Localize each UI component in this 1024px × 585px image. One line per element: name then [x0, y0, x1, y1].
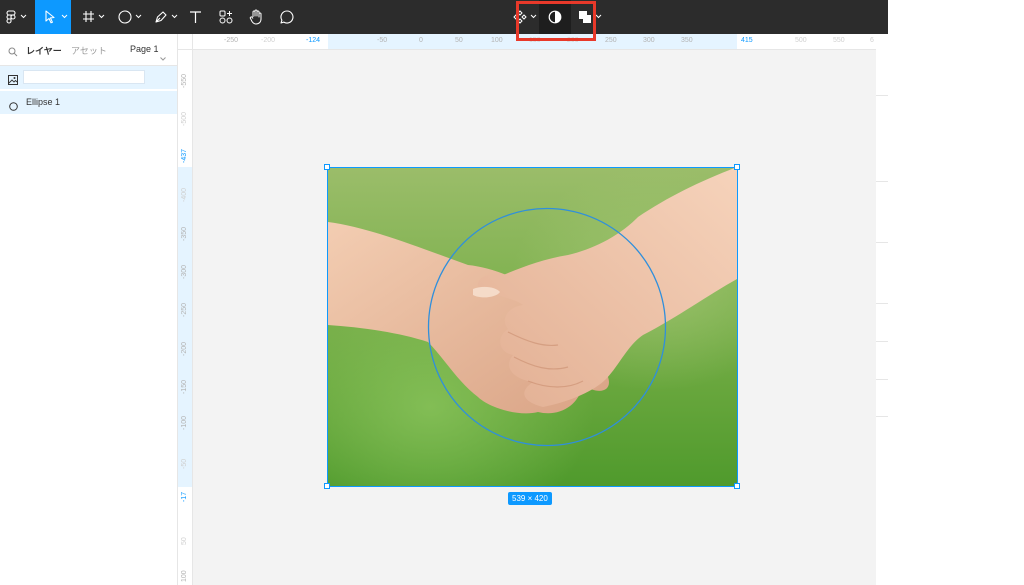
ruler-tick-label: 100	[491, 37, 503, 44]
ruler-tick-label: -250	[224, 37, 239, 44]
chevron-down-icon	[61, 14, 68, 19]
page-selector[interactable]: Page 1	[130, 44, 159, 54]
tab-assets[interactable]: アセット	[71, 44, 107, 57]
ellipse-layer-icon	[9, 98, 18, 116]
ruler-tick-label: 550	[833, 37, 845, 44]
resources-icon	[219, 10, 233, 24]
ruler-tick-label: -300	[181, 264, 188, 279]
ruler-tick-label: -200	[181, 341, 188, 356]
dimension-badge: 539 × 420	[508, 492, 552, 505]
move-tool-button[interactable]	[35, 0, 71, 34]
layer-row-ellipse[interactable]: Ellipse 1	[0, 91, 177, 114]
comment-icon	[280, 10, 294, 24]
ruler-tick-label: -50	[181, 458, 188, 469]
divider	[876, 379, 888, 380]
frame-tool-button[interactable]	[76, 0, 108, 34]
chevron-down-icon[interactable]	[160, 48, 166, 66]
cursor-arrow-icon	[45, 10, 56, 24]
chevron-down-icon	[595, 14, 602, 19]
chevron-down-icon	[135, 14, 142, 19]
divider	[876, 181, 888, 182]
shape-tool-button[interactable]	[113, 0, 145, 34]
hand-icon	[249, 9, 263, 25]
ruler-tick-label: -350	[181, 226, 188, 241]
panel-tabs: レイヤー アセット Page 1	[0, 34, 178, 66]
top-toolbar	[0, 0, 888, 34]
ruler-tick-label: 350	[681, 37, 693, 44]
text-tool-button[interactable]	[184, 0, 208, 34]
ruler-tick-label: -500	[181, 111, 188, 126]
layer-row-image[interactable]	[0, 66, 177, 89]
ruler-tick-label: 50	[181, 537, 188, 545]
resize-handle-bottom-left[interactable]	[324, 483, 330, 489]
ruler-selection-highlight	[178, 167, 192, 487]
pen-tool-button[interactable]	[149, 0, 181, 34]
image-layer-icon	[8, 72, 18, 90]
divider	[876, 303, 888, 304]
pen-icon	[154, 10, 168, 24]
ruler-tick-label: -100	[181, 415, 188, 430]
figma-app: レイヤー アセット Page 1 Ellipse 1 -250 -200 -12…	[0, 0, 888, 585]
layers-panel: レイヤー アセット Page 1 Ellipse 1	[0, 34, 178, 585]
circle-shape-icon	[118, 10, 132, 24]
ruler-tick-label: -400	[181, 187, 188, 202]
layer-name-field[interactable]	[23, 70, 145, 84]
divider	[876, 416, 888, 417]
ruler-tick-label: 250	[605, 37, 617, 44]
layer-label: Ellipse 1	[26, 97, 61, 107]
ruler-tick-label: 300	[643, 37, 655, 44]
ruler-tick-label: -550	[181, 73, 188, 88]
divider	[876, 95, 888, 96]
ruler-tick-label: -200	[261, 37, 276, 44]
figma-logo-icon	[6, 10, 16, 24]
chevron-down-icon	[98, 14, 105, 19]
chevron-down-icon	[171, 14, 178, 19]
ruler-tick-label: -150	[181, 379, 188, 394]
ruler-tick-label: 0	[419, 37, 423, 44]
resize-handle-bottom-right[interactable]	[734, 483, 740, 489]
annotation-highlight-box	[516, 1, 596, 41]
selection-box[interactable]	[327, 167, 738, 487]
resize-handle-top-right[interactable]	[734, 164, 740, 170]
ruler-tick-label: 100	[181, 570, 188, 582]
ruler-tick-label: -50	[377, 37, 388, 44]
ruler-corner	[178, 34, 193, 50]
chevron-down-icon	[20, 14, 27, 19]
hand-tool-button[interactable]	[244, 0, 268, 34]
search-icon[interactable]	[8, 44, 18, 62]
ruler-tick-label: -17	[181, 491, 188, 502]
ruler-tick-label: -437	[181, 148, 188, 163]
comment-tool-button[interactable]	[275, 0, 299, 34]
divider	[876, 242, 888, 243]
text-icon	[189, 10, 202, 24]
ruler-tick-label: -124	[306, 37, 321, 44]
tab-layers[interactable]: レイヤー	[26, 44, 62, 57]
ruler-tick-label: 500	[795, 37, 807, 44]
main-menu-button[interactable]	[2, 0, 30, 34]
ruler-tick-label: 415	[741, 37, 753, 44]
resize-handle-top-left[interactable]	[324, 164, 330, 170]
ruler-tick-label: 6	[870, 37, 874, 44]
divider	[876, 341, 888, 342]
right-panel-edge	[876, 34, 888, 585]
ruler-tick-label: 50	[455, 37, 463, 44]
resources-button[interactable]	[214, 0, 238, 34]
hash-frame-icon	[82, 10, 95, 23]
ruler-tick-label: -250	[181, 302, 188, 317]
